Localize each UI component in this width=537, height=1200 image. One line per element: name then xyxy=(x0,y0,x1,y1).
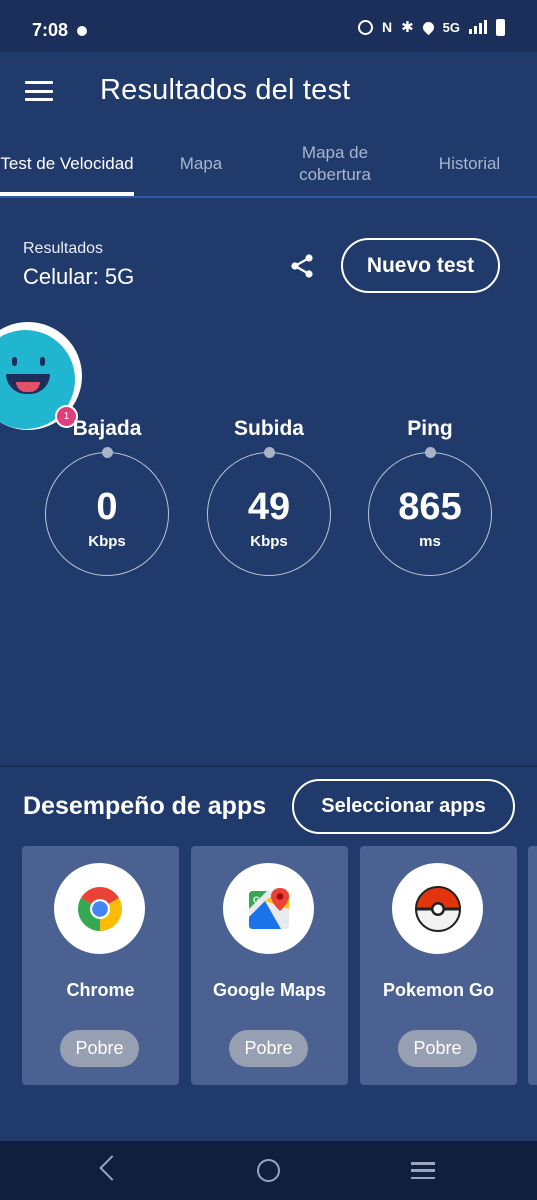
app-rating-badge: Pobre xyxy=(229,1030,308,1067)
status-icons: N ✱ 5G xyxy=(357,18,505,36)
mascot-mouth xyxy=(6,374,50,394)
notification-icon xyxy=(77,26,87,36)
download-gauge: 0 Kbps xyxy=(45,447,169,576)
gauge-knob xyxy=(102,447,113,458)
new-test-button[interactable]: Nuevo test xyxy=(341,238,500,293)
gauge-knob xyxy=(264,447,275,458)
app-card-google-maps[interactable]: G Google Maps Pobre xyxy=(191,846,348,1085)
app-name: Chrome xyxy=(66,980,135,1000)
ping-label: Ping xyxy=(407,417,453,440)
battery-icon xyxy=(496,18,505,36)
mascot-eye xyxy=(12,357,17,366)
pokeball-icon xyxy=(414,885,461,932)
app-icon-container: G xyxy=(223,863,314,954)
upload-value: 49 xyxy=(247,486,291,528)
upload-unit: Kbps xyxy=(250,533,288,550)
menu-icon[interactable] xyxy=(25,81,53,101)
status-bar: 7:08 N ✱ 5G xyxy=(0,0,537,52)
recents-icon[interactable] xyxy=(411,1162,435,1179)
status-time: 7:08 xyxy=(32,20,69,40)
tab-bar: Test de Velocidad Mapa Mapa de cobertura… xyxy=(0,130,537,198)
signal-icon xyxy=(469,20,487,34)
app-rating-badge: Pobre xyxy=(398,1030,477,1067)
share-icon[interactable] xyxy=(289,253,315,279)
connection-type: Celular: 5G xyxy=(23,264,135,289)
active-tab-indicator xyxy=(0,192,134,196)
tab-history[interactable]: Historial xyxy=(402,130,537,198)
ping-value: 865 xyxy=(398,486,462,528)
svg-text:G: G xyxy=(253,895,260,905)
app-card-pokemon-go[interactable]: Pokemon Go Pobre xyxy=(360,846,517,1085)
download-value: 0 xyxy=(96,486,118,528)
upload-label: Subida xyxy=(233,417,304,440)
download-label: Bajada xyxy=(72,417,142,440)
mascot-eye xyxy=(40,357,45,366)
location-icon xyxy=(420,19,436,35)
app-icon-container xyxy=(54,863,145,954)
ping-gauge: 865 ms xyxy=(368,447,492,576)
page-title: Resultados del test xyxy=(100,74,351,106)
app-card-chrome[interactable]: Chrome Pobre xyxy=(22,846,179,1085)
app-name: Google Maps xyxy=(212,980,326,1000)
alarm-icon xyxy=(357,19,373,35)
back-icon[interactable] xyxy=(99,1155,125,1181)
app-name: Pokemon Go xyxy=(382,980,494,1000)
apps-section-title: Desempeño de apps xyxy=(23,792,267,820)
home-icon[interactable] xyxy=(257,1159,280,1182)
app-rating-badge: Pobre xyxy=(60,1030,139,1067)
section-divider xyxy=(0,765,537,767)
network-type: 5G xyxy=(442,19,460,35)
tab-coverage-map[interactable]: Mapa de cobertura xyxy=(268,130,402,198)
upload-gauge: 49 Kbps xyxy=(207,447,331,576)
chrome-icon xyxy=(77,886,122,931)
google-maps-icon: G xyxy=(248,887,289,929)
ping-unit: ms xyxy=(419,533,441,550)
select-apps-button[interactable]: Seleccionar apps xyxy=(292,779,515,834)
download-unit: Kbps xyxy=(88,533,126,550)
tab-map[interactable]: Mapa xyxy=(134,130,268,198)
results-label: Resultados xyxy=(23,240,104,257)
bluetooth-icon: ✱ xyxy=(401,19,414,36)
system-nav-bar xyxy=(0,1141,537,1200)
tab-speed-test[interactable]: Test de Velocidad xyxy=(0,130,134,198)
app-icon-container xyxy=(392,863,483,954)
gauge-knob xyxy=(425,447,436,458)
app-card-partial[interactable] xyxy=(528,846,537,1085)
nfc-icon: N xyxy=(381,19,393,35)
app-header: Resultados del test xyxy=(0,52,537,130)
